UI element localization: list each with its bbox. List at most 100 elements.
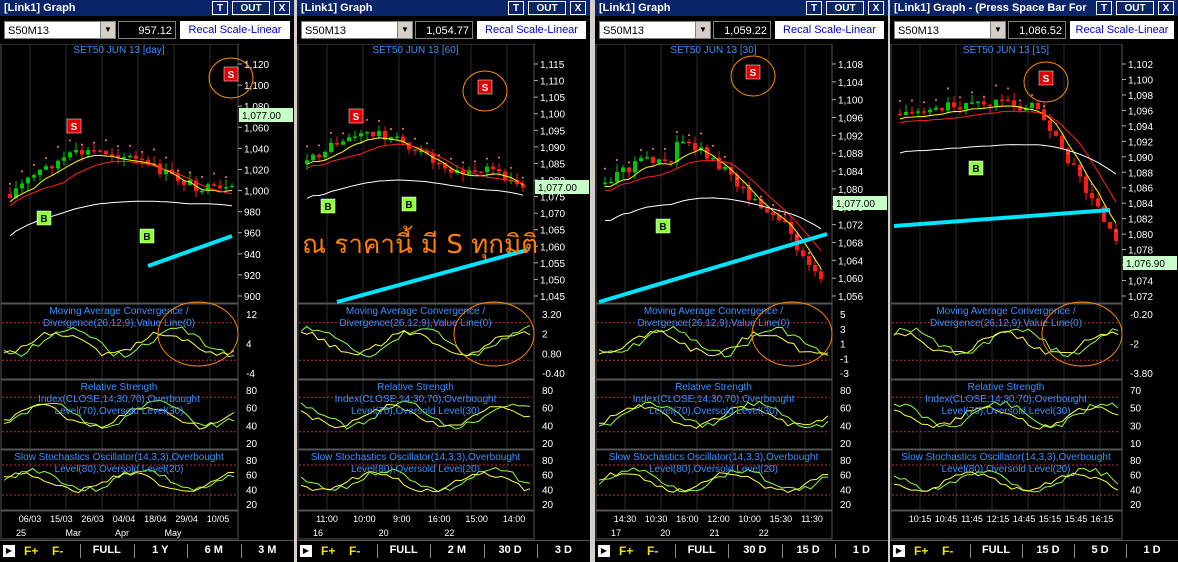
signal-letter: S (228, 70, 235, 81)
zoom-out-button[interactable]: F- (647, 544, 658, 558)
indicator-tick-label: 20 (246, 439, 258, 450)
indicator-tick-label: 40 (840, 485, 852, 496)
window-title: [Link1] Graph (4, 2, 76, 14)
range-button-full[interactable]: FULL (970, 544, 1022, 556)
range-button-b2[interactable]: 15 D (782, 544, 835, 556)
button-divider (187, 544, 188, 558)
symbol-select[interactable]: S50M13 ▼ (599, 21, 711, 39)
indicator-tick-label: -0.20 (1130, 310, 1153, 321)
time-tick-label: 12:15 (987, 514, 1010, 524)
toggle-t-button[interactable]: T (806, 1, 822, 15)
price-chart[interactable]: SET50 JUN 13 [15] 1,102 1,100 1,098 1,096 1,0… (890, 44, 1178, 540)
close-button[interactable]: X (868, 1, 884, 15)
range-button-b1[interactable]: 1 Y (134, 544, 188, 556)
close-button[interactable]: X (570, 1, 586, 15)
range-button-full[interactable]: FULL (80, 544, 134, 556)
price-chart[interactable]: SET50 JUN 13 [day]1,1201,1001,0801,0601,… (0, 44, 294, 540)
time-tick-label: 12:00 (707, 514, 730, 524)
recal-scale-button[interactable]: Recal Scale-Linear (775, 21, 884, 39)
range-button-b2[interactable]: 30 D (484, 544, 537, 556)
zoom-in-button[interactable]: F+ (321, 544, 335, 558)
time-tick-label: 26/03 (81, 514, 104, 524)
button-divider (675, 544, 676, 558)
window-titlebar[interactable]: [Link1] Graph T OUT X (595, 0, 888, 16)
zoom-in-button[interactable]: F+ (619, 544, 633, 558)
window-titlebar[interactable]: [Link1] Graph T OUT X (297, 0, 590, 16)
play-icon[interactable]: ▶ (300, 545, 312, 557)
chevron-down-icon[interactable]: ▼ (695, 22, 710, 38)
indicator-tick-label: 60 (840, 404, 852, 415)
window-title: [Link1] Graph (301, 2, 373, 14)
toggle-t-button[interactable]: T (212, 1, 228, 15)
price-tick-label: 1,065 (540, 226, 565, 237)
toggle-t-button[interactable]: T (508, 1, 524, 15)
price-chart[interactable]: SET50 JUN 13 [60] 1,115 1,110 1,105 1,100 1,0… (297, 44, 590, 540)
range-button-b3[interactable]: 1 D (835, 544, 888, 556)
period-tick-label: 21 (710, 528, 720, 538)
out-button[interactable]: OUT (232, 1, 270, 15)
period-tick-label: 22 (444, 528, 454, 538)
range-button-b3[interactable]: 3 D (537, 544, 590, 556)
range-button-b2[interactable]: 6 M (187, 544, 241, 556)
range-button-b3[interactable]: 1 D (1126, 544, 1178, 556)
buy-signal-marker: B (401, 196, 417, 212)
zoom-in-button[interactable]: F+ (914, 544, 928, 558)
toggle-t-button[interactable]: T (1096, 1, 1112, 15)
indicator-tick-label: 5 (840, 310, 846, 321)
recal-scale-button[interactable]: Recal Scale-Linear (477, 21, 586, 39)
close-button[interactable]: X (274, 1, 290, 15)
indicator-label: Relative Strength Index(CLOSE,14,30,70),… (334, 382, 497, 417)
play-icon[interactable]: ▶ (3, 545, 15, 557)
chart-toolbar: S50M13 ▼ 1,054.77 Recal Scale-Linear (297, 17, 590, 43)
sell-signal-marker: S (348, 108, 364, 124)
indicator-label: Moving Average Convergence / Divergence(… (929, 306, 1083, 329)
chart-footer: ▶ F+ F- FULL 15 D5 D1 D (890, 540, 1178, 562)
zoom-in-button[interactable]: F+ (24, 544, 38, 558)
price-tick-label: 1,100 (540, 110, 565, 121)
recal-scale-button[interactable]: Recal Scale-Linear (1070, 21, 1174, 39)
indicator-tick-label: 60 (1130, 471, 1142, 482)
sell-signal-marker: S (223, 66, 239, 82)
price-chart[interactable]: SET50 JUN 13 [30] 1,108 1,104 1,100 1,096 1,0… (595, 44, 888, 540)
symbol-value: S50M13 (8, 25, 49, 37)
range-button-b2[interactable]: 5 D (1074, 544, 1126, 556)
out-button[interactable]: OUT (528, 1, 566, 15)
range-button-b1[interactable]: 2 M (430, 544, 483, 556)
range-button-full[interactable]: FULL (675, 544, 728, 556)
play-icon[interactable]: ▶ (893, 545, 905, 557)
out-button[interactable]: OUT (1116, 1, 1154, 15)
recal-scale-button[interactable]: Recal Scale-Linear (180, 21, 290, 39)
zoom-out-button[interactable]: F- (349, 544, 360, 558)
price-tick-label: 1,095 (540, 126, 565, 137)
range-button-b3[interactable]: 3 M (241, 544, 295, 556)
time-tick-label: 04/04 (113, 514, 136, 524)
price-tick-label: 1,074 (1128, 277, 1153, 288)
price-tick-label: 1,045 (540, 292, 565, 303)
range-button-full[interactable]: FULL (377, 544, 430, 556)
chevron-down-icon[interactable]: ▼ (100, 22, 115, 38)
indicator-tick-label: 40 (246, 421, 258, 432)
indicator-tick-label: 20 (1130, 500, 1142, 511)
window-titlebar[interactable]: [Link1] Graph - (Press Space Bar For T OUT… (890, 0, 1178, 16)
indicator-tick-label: 3 (840, 325, 846, 336)
zoom-out-button[interactable]: F- (52, 544, 63, 558)
chevron-down-icon[interactable]: ▼ (397, 22, 412, 38)
range-button-b1[interactable]: 30 D (728, 544, 781, 556)
close-button[interactable]: X (1158, 1, 1174, 15)
window-titlebar[interactable]: [Link1] Graph T OUT X (0, 0, 294, 16)
symbol-select[interactable]: S50M13 ▼ (4, 21, 116, 39)
current-price-tag: 1,077.00 (836, 199, 875, 210)
zoom-out-button[interactable]: F- (942, 544, 953, 558)
time-tick-label: 14:00 (503, 514, 526, 524)
chevron-down-icon[interactable]: ▼ (990, 22, 1005, 38)
indicator-tick-label: 3.20 (542, 310, 562, 321)
signal-letter: B (659, 222, 666, 233)
symbol-select[interactable]: S50M13 ▼ (301, 21, 413, 39)
price-tick-label: 1,102 (1128, 60, 1153, 71)
indicator-label: Relative Strength Index(CLOSE,14,30,70),… (925, 382, 1087, 417)
play-icon[interactable]: ▶ (598, 545, 610, 557)
out-button[interactable]: OUT (826, 1, 864, 15)
range-button-b1[interactable]: 15 D (1022, 544, 1074, 556)
indicator-label: Slow Stochastics Oscillator(14,3,3),Over… (901, 452, 1111, 475)
symbol-select[interactable]: S50M13 ▼ (894, 21, 1006, 39)
